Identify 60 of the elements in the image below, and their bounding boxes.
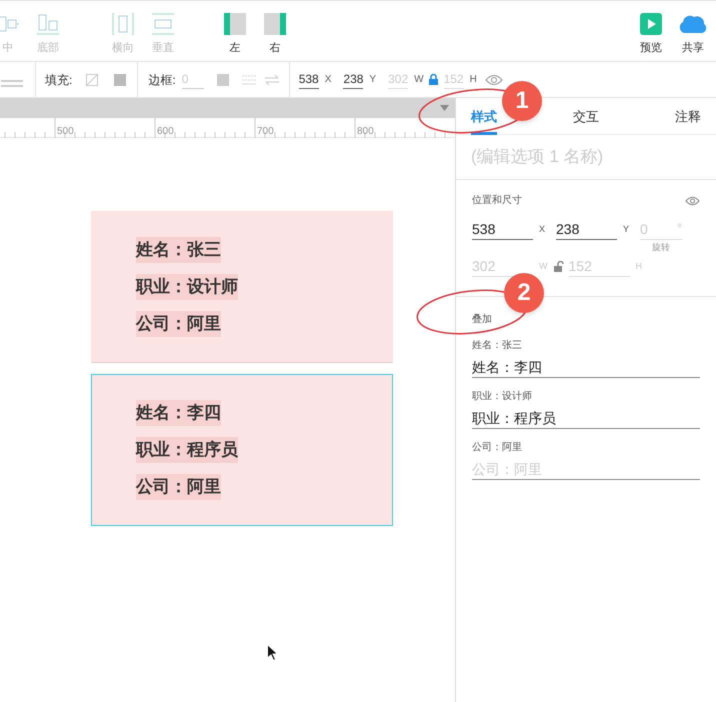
dropdown-icon[interactable]	[440, 105, 449, 111]
field-caption: 旋转	[652, 241, 670, 254]
number-field[interactable]: 538	[472, 219, 533, 240]
axis-label: Y	[369, 73, 376, 87]
unlock-icon[interactable]	[554, 260, 564, 272]
distribute-icon	[152, 13, 174, 35]
line-style-icon[interactable]	[1, 80, 23, 88]
axis-label: X	[324, 73, 332, 87]
card-text: 职业：程序员	[136, 437, 238, 463]
align-icon	[37, 13, 59, 35]
play-icon[interactable]	[640, 13, 662, 35]
border-label: 边框:	[148, 72, 176, 88]
ruler-label: 700	[257, 126, 274, 137]
field-label: 公司：阿里	[472, 441, 523, 455]
annotation-badge: 1	[502, 81, 542, 121]
toolbar-button[interactable]: 共享	[682, 43, 704, 54]
ruler-label: 800	[357, 126, 374, 137]
field-label: 职业：设计师	[472, 390, 533, 404]
field-label: 姓名：张三	[472, 338, 523, 353]
panel-icon[interactable]	[264, 13, 286, 35]
no-fill-icon[interactable]	[86, 74, 98, 86]
tab[interactable]: 样式	[471, 98, 497, 135]
number-field[interactable]: 238	[343, 70, 364, 89]
card-text: 公司：阿里	[136, 474, 221, 500]
section-title: 位置和尺寸	[472, 194, 522, 208]
card-text: 职业：设计师	[136, 274, 238, 300]
tab[interactable]: 交互	[573, 98, 599, 135]
text-field[interactable]: 职业：程序员	[472, 408, 700, 429]
axis-label: H	[470, 73, 477, 87]
eye-icon[interactable]	[484, 74, 503, 86]
fill-label: 填充:	[45, 72, 72, 88]
arrows-icon[interactable]	[264, 74, 279, 84]
mouse-pointer-icon	[267, 644, 278, 661]
ruler-label: 600	[157, 126, 174, 137]
tab[interactable]: 注释	[675, 98, 701, 135]
number-field[interactable]: 238	[556, 219, 618, 240]
border-style-icon[interactable]	[242, 74, 256, 84]
border-color-icon[interactable]	[216, 74, 229, 86]
panel-icon[interactable]	[224, 13, 246, 35]
info-card[interactable]: 姓名：李四 职业：程序员 公司：阿里	[91, 374, 393, 526]
toolbar-button[interactable]: 预览	[640, 43, 662, 54]
eye-icon[interactable]	[685, 196, 700, 206]
axis-label: Y	[623, 223, 630, 236]
toolbar-button[interactable]: 右	[270, 43, 280, 54]
card-text: 姓名：张三	[136, 237, 221, 263]
card-text: 姓名：李四	[136, 400, 221, 426]
lock-icon[interactable]	[428, 74, 438, 85]
text-field[interactable]: 姓名：李四	[472, 357, 700, 378]
distribute-icon	[112, 13, 134, 35]
number-field[interactable]: 538	[298, 70, 319, 89]
axis-label: X	[539, 223, 546, 236]
info-card[interactable]: 姓名：张三 职业：设计师 公司：阿里	[91, 211, 393, 363]
ruler-label: 500	[57, 126, 74, 137]
fill-color-icon[interactable]	[114, 74, 126, 86]
cloud-icon[interactable]	[678, 13, 708, 35]
toolbar-button[interactable]: 左	[230, 43, 240, 54]
annotation-badge: 2	[504, 273, 544, 313]
card-text: 公司：阿里	[136, 311, 221, 337]
axis-label: W	[414, 73, 424, 87]
section-title: 叠加	[472, 312, 493, 327]
